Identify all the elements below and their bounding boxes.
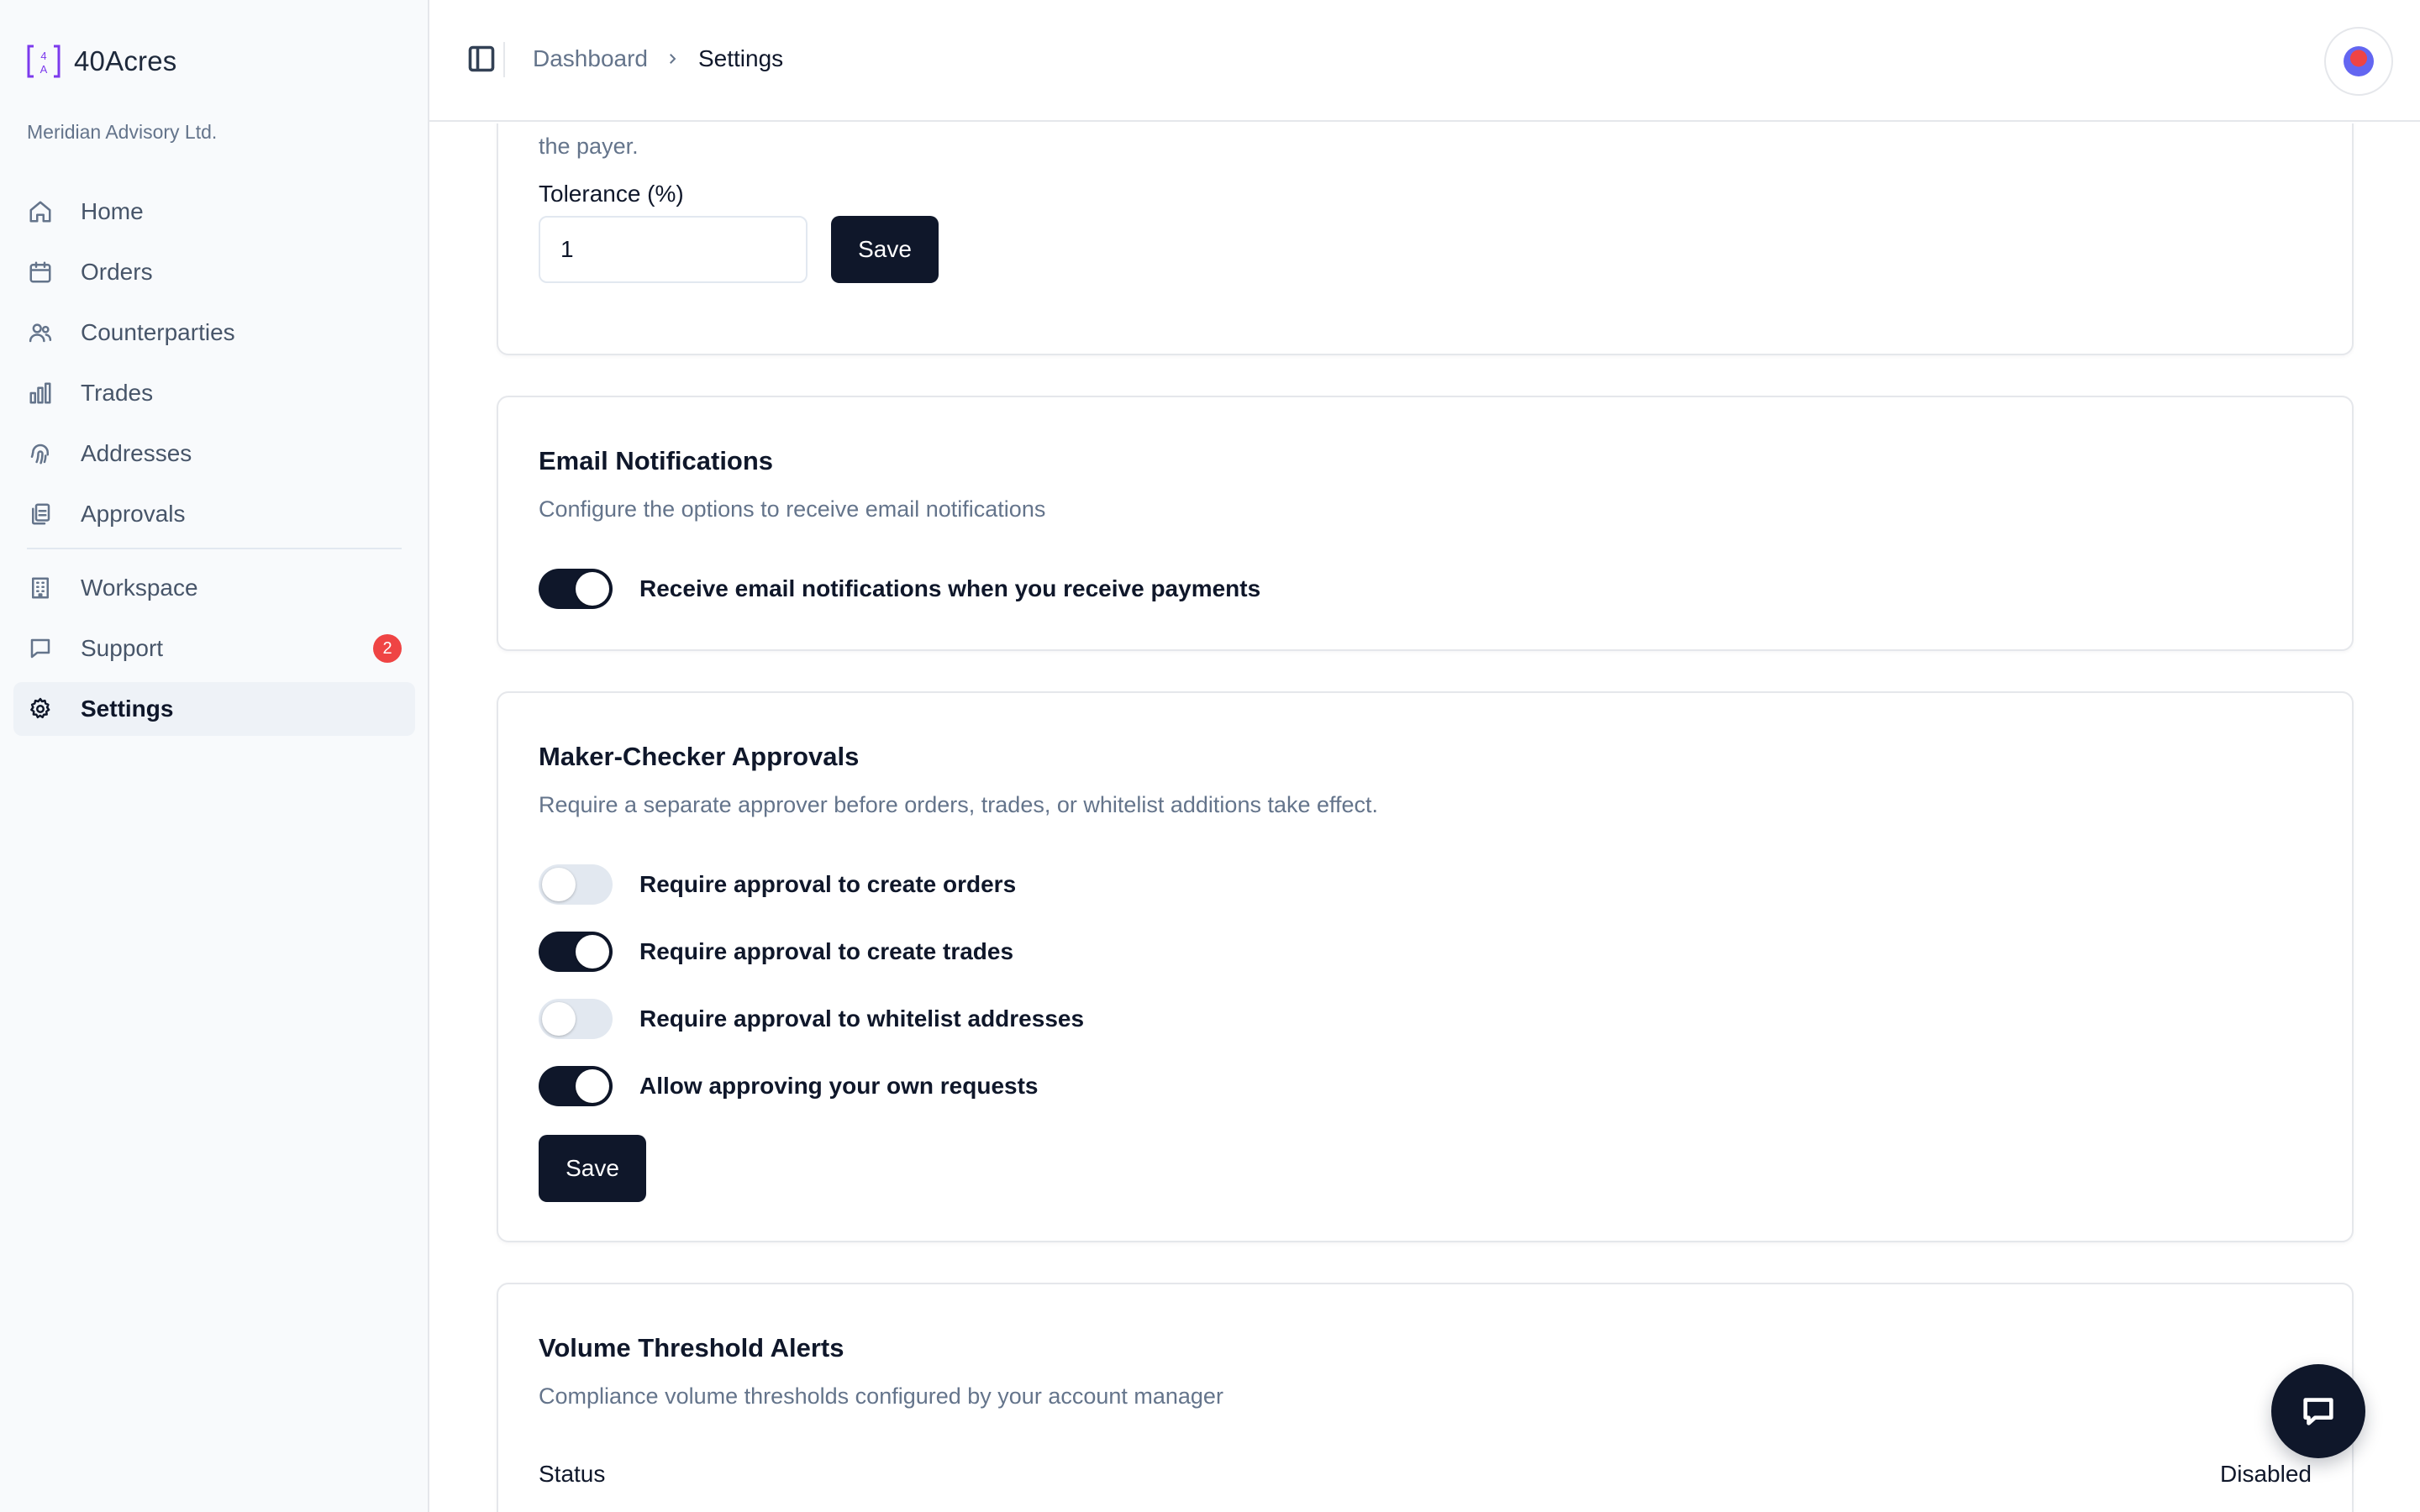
fingerprint-icon xyxy=(27,440,54,467)
maker-checker-card: Maker-Checker Approvals Require a separa… xyxy=(497,691,2354,1242)
panel-left-icon xyxy=(468,45,495,72)
message-square-icon xyxy=(27,635,54,662)
tolerance-card: the payer. Tolerance (%) Save xyxy=(497,123,2354,355)
breadcrumb-dashboard-link[interactable]: Dashboard xyxy=(533,45,648,72)
clipboard-copy-icon xyxy=(27,501,54,528)
logo-icon: 4 A xyxy=(27,45,60,78)
sidebar-item-approvals[interactable]: Approvals xyxy=(13,487,415,541)
approval-trades-toggle-row: Require approval to create trades xyxy=(539,932,1013,972)
approval-whitelist-switch[interactable] xyxy=(539,999,613,1039)
user-avatar[interactable] xyxy=(2324,27,2393,96)
approval-whitelist-toggle-row: Require approval to whitelist addresses xyxy=(539,999,1084,1039)
sidebar-item-addresses[interactable]: Addresses xyxy=(13,427,415,480)
breadcrumb-current: Settings xyxy=(697,45,784,71)
building-icon xyxy=(27,575,54,601)
status-row: Status Disabled xyxy=(539,1461,2312,1488)
switch-knob xyxy=(576,935,609,969)
volume-threshold-card: Volume Threshold Alerts Compliance volum… xyxy=(497,1283,2354,1512)
sidebar-item-counterparties[interactable]: Counterparties xyxy=(13,306,415,360)
sidebar-item-home[interactable]: Home xyxy=(13,185,415,239)
gear-icon xyxy=(27,696,54,722)
sidebar-item-label: Approvals xyxy=(81,501,186,527)
org-name: Meridian Advisory Ltd. xyxy=(27,121,218,143)
app-name: 40Acres xyxy=(74,45,177,76)
avatar-image xyxy=(2344,46,2374,76)
switch-label: Receive email notifications when you rec… xyxy=(639,575,1261,601)
card-description: the payer. xyxy=(539,134,639,159)
status-value: Disabled xyxy=(2220,1461,2312,1487)
sidebar-item-label: Settings xyxy=(81,696,174,722)
header-separator xyxy=(503,42,505,77)
users-icon xyxy=(27,319,54,346)
home-icon xyxy=(27,198,54,225)
svg-text:A: A xyxy=(40,63,48,76)
sidebar-item-label: Orders xyxy=(81,259,153,285)
email-payments-switch[interactable] xyxy=(539,569,613,609)
approval-orders-switch[interactable] xyxy=(539,864,613,905)
sidebar: 4 A 40Acres Meridian Advisory Ltd. Home … xyxy=(0,0,429,1512)
card-title: Email Notifications xyxy=(539,446,774,475)
chevron-right-icon xyxy=(665,50,681,67)
bar-chart-icon xyxy=(27,380,54,407)
status-label: Status xyxy=(539,1461,606,1487)
sidebar-divider xyxy=(27,548,402,549)
card-description: Compliance volume thresholds configured … xyxy=(539,1383,1223,1409)
sidebar-item-orders[interactable]: Orders xyxy=(13,245,415,299)
sidebar-item-settings[interactable]: Settings xyxy=(13,682,415,736)
sidebar-toggle-button[interactable] xyxy=(466,44,498,76)
sidebar-item-label: Addresses xyxy=(81,440,192,466)
switch-knob xyxy=(542,868,576,901)
brand[interactable]: 4 A 40Acres xyxy=(25,42,176,81)
switch-knob xyxy=(576,1069,609,1103)
card-title: Maker-Checker Approvals xyxy=(539,742,860,771)
top-bar: Dashboard Settings xyxy=(429,0,2420,122)
approval-trades-switch[interactable] xyxy=(539,932,613,972)
sidebar-item-label: Counterparties xyxy=(81,319,235,345)
switch-label: Allow approving your own requests xyxy=(639,1073,1039,1099)
approvals-save-button[interactable]: Save xyxy=(539,1135,646,1202)
tolerance-label: Tolerance (%) xyxy=(539,181,684,207)
svg-text:4: 4 xyxy=(40,50,46,62)
email-notifications-card: Email Notifications Configure the option… xyxy=(497,396,2354,651)
sidebar-item-workspace[interactable]: Workspace xyxy=(13,561,415,615)
approval-self-toggle-row: Allow approving your own requests xyxy=(539,1066,1039,1106)
switch-label: Require approval to create trades xyxy=(639,938,1014,964)
card-title: Volume Threshold Alerts xyxy=(539,1333,844,1362)
chat-bubble-icon xyxy=(2303,1398,2333,1425)
switch-knob xyxy=(576,572,609,606)
sidebar-item-label: Support xyxy=(81,635,164,661)
settings-content: the payer. Tolerance (%) Save Email Noti… xyxy=(429,123,2420,1512)
switch-label: Require approval to whitelist addresses xyxy=(639,1005,1085,1032)
card-description: Configure the options to receive email n… xyxy=(539,496,1046,522)
switch-knob xyxy=(542,1002,576,1036)
notification-badge: 2 xyxy=(373,634,402,663)
sidebar-item-trades[interactable]: Trades xyxy=(13,366,415,420)
approval-orders-toggle-row: Require approval to create orders xyxy=(539,864,1016,905)
email-payments-toggle-row: Receive email notifications when you rec… xyxy=(539,569,1260,609)
sidebar-item-support[interactable]: Support 2 xyxy=(13,622,415,675)
sidebar-item-label: Home xyxy=(81,198,144,224)
sidebar-nav: Home Orders Counterparties Trades Addres… xyxy=(13,185,415,743)
sidebar-item-label: Workspace xyxy=(81,575,198,601)
approval-self-switch[interactable] xyxy=(539,1066,613,1106)
tolerance-input[interactable] xyxy=(539,216,808,283)
card-description: Require a separate approver before order… xyxy=(539,792,1379,817)
sidebar-item-label: Trades xyxy=(81,380,154,406)
breadcrumb: Dashboard Settings xyxy=(533,45,783,72)
tolerance-save-button[interactable]: Save xyxy=(831,216,939,283)
switch-label: Require approval to create orders xyxy=(639,871,1017,897)
calendar-icon xyxy=(27,259,54,286)
chat-button[interactable] xyxy=(2271,1364,2365,1458)
